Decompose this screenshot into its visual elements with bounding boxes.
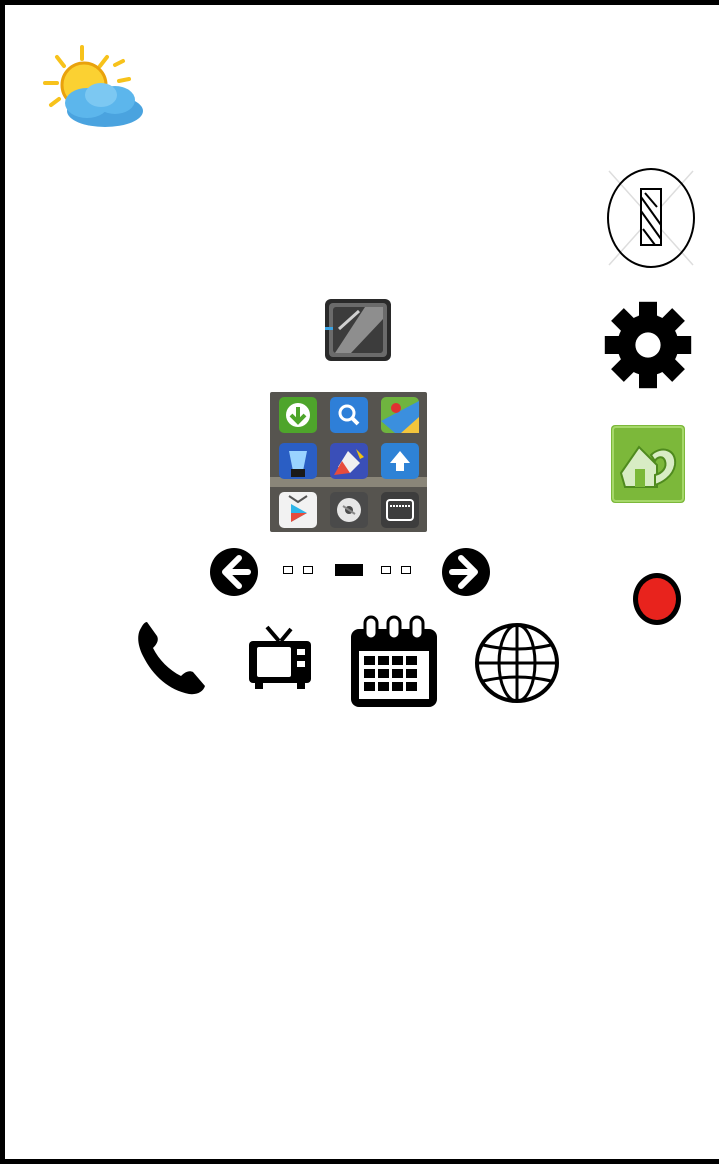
previous-page-button[interactable] <box>209 547 259 597</box>
flashlight-icon[interactable] <box>279 443 317 479</box>
next-page-button[interactable] <box>441 547 491 597</box>
camera-app-icon[interactable] <box>325 299 391 361</box>
app-folder[interactable] <box>270 392 427 532</box>
disc-icon[interactable] <box>330 492 368 528</box>
download-icon[interactable] <box>279 397 317 433</box>
upload-icon[interactable] <box>381 443 419 479</box>
record-icon[interactable] <box>631 571 683 627</box>
search-icon[interactable] <box>330 397 368 433</box>
page-indicator-2[interactable] <box>303 566 313 574</box>
calendar-icon[interactable] <box>347 615 441 711</box>
tv-icon[interactable] <box>245 625 315 689</box>
phone-icon[interactable] <box>135 620 209 696</box>
keyboard-icon[interactable] <box>381 492 419 528</box>
weather-sun-cloud-icon[interactable] <box>37 43 147 133</box>
paint-icon[interactable] <box>330 443 368 479</box>
maps-icon[interactable] <box>381 397 419 433</box>
disabled-indicator-icon[interactable] <box>605 167 697 269</box>
gear-icon[interactable] <box>603 299 693 391</box>
globe-icon[interactable] <box>473 621 561 705</box>
play-store-icon[interactable] <box>279 492 317 528</box>
home-screen <box>0 0 719 1164</box>
page-indicator-3-active[interactable] <box>335 564 363 576</box>
page-indicator-5[interactable] <box>401 566 411 574</box>
page-indicator-1[interactable] <box>283 566 293 574</box>
page-indicator-4[interactable] <box>381 566 391 574</box>
android-app-icon[interactable] <box>611 425 685 503</box>
